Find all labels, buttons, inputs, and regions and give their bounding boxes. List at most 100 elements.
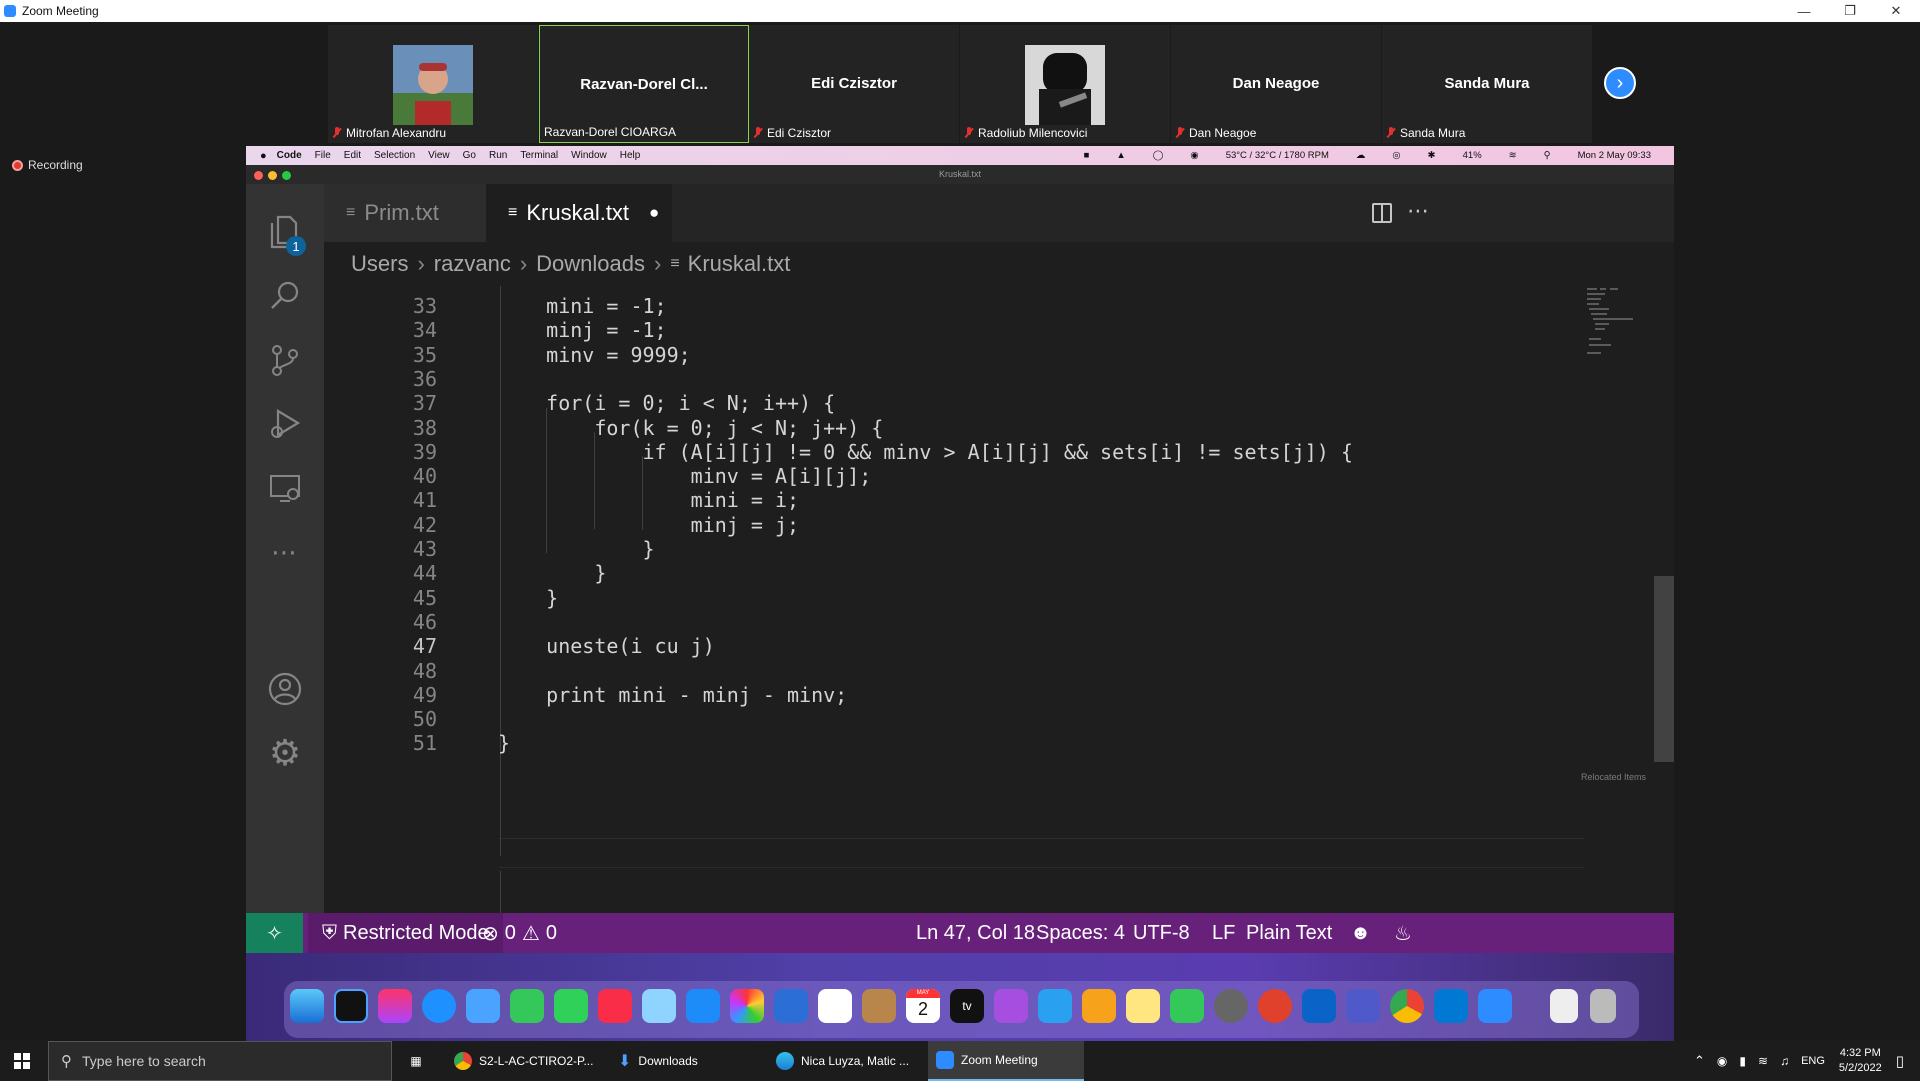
breadcrumb-item[interactable]: Users: [351, 251, 408, 277]
menubar-extra-icon[interactable]: ◯: [1153, 150, 1164, 161]
code-line[interactable]: uneste(i cu j): [498, 634, 715, 658]
source-control-icon[interactable]: [265, 340, 305, 380]
more-actions-icon[interactable]: ⋯: [1407, 198, 1429, 224]
finder-icon[interactable]: [290, 989, 324, 1023]
menu-code[interactable]: Code: [277, 150, 302, 161]
music-icon[interactable]: [598, 989, 632, 1023]
code-line[interactable]: }: [498, 561, 606, 585]
menu-help[interactable]: Help: [620, 150, 641, 161]
code-line[interactable]: minj = -1;: [498, 318, 666, 342]
chrome-icon[interactable]: [1390, 989, 1424, 1023]
accounts-icon[interactable]: [265, 669, 305, 709]
code-line[interactable]: }: [498, 537, 654, 561]
notifications-bell-icon[interactable]: ♨: [1394, 913, 1412, 953]
system-stats[interactable]: 53°C / 32°C / 1780 RPM: [1226, 150, 1329, 161]
minimize-window-icon[interactable]: [268, 171, 277, 180]
show-hidden-icons-icon[interactable]: ⌃: [1694, 1053, 1705, 1069]
menu-view[interactable]: View: [428, 150, 450, 161]
network-icon[interactable]: ≋: [1758, 1054, 1768, 1068]
eol-button[interactable]: LF: [1212, 913, 1235, 953]
apple-tv-icon[interactable]: tv: [950, 989, 984, 1023]
remote-desktop-icon[interactable]: [1258, 989, 1292, 1023]
menu-terminal[interactable]: Terminal: [520, 150, 558, 161]
vscode-icon[interactable]: [1434, 989, 1468, 1023]
menubar-extra-icon[interactable]: ■: [1084, 150, 1090, 161]
photos-icon[interactable]: [730, 989, 764, 1023]
tab-prim[interactable]: ≡ Prim.txt: [324, 184, 486, 242]
participant-tile[interactable]: Edi Czisztor Edi Czisztor: [749, 25, 959, 143]
menu-run[interactable]: Run: [489, 150, 507, 161]
code-line[interactable]: minv = 9999;: [498, 343, 691, 367]
taskbar-app-chrome[interactable]: S2-L-AC-CTIRO2-P...: [448, 1041, 608, 1081]
breadcrumb-item[interactable]: Downloads: [536, 251, 645, 277]
task-view-icon[interactable]: ▦: [404, 1041, 428, 1081]
split-editor-icon[interactable]: [1372, 203, 1392, 223]
pages-icon[interactable]: [1082, 989, 1116, 1023]
calendar-icon[interactable]: MAY 2: [906, 989, 940, 1023]
code-line[interactable]: print mini - minj - minv;: [498, 683, 847, 707]
menu-edit[interactable]: Edit: [344, 150, 361, 161]
menubar-extra-icon[interactable]: ▲: [1116, 150, 1125, 161]
document-icon[interactable]: [1550, 989, 1578, 1023]
app-store-icon[interactable]: [686, 989, 720, 1023]
battery-icon[interactable]: ▮: [1739, 1054, 1746, 1068]
mail-icon[interactable]: [466, 989, 500, 1023]
keynote-icon[interactable]: [1038, 989, 1072, 1023]
restricted-mode-button[interactable]: ⛨ Restricted Mode: [308, 913, 503, 953]
menu-file[interactable]: File: [315, 150, 331, 161]
menu-selection[interactable]: Selection: [374, 150, 415, 161]
participant-tile-active[interactable]: Razvan-Dorel Cl... Razvan-Dorel CIOARGA: [539, 25, 749, 143]
vertical-scrollbar[interactable]: [1654, 576, 1674, 762]
zoom-icon[interactable]: [1478, 989, 1512, 1023]
code-editor[interactable]: 33 mini = -1; 34 minj = -1; 35 minv = 9999…: [324, 286, 1674, 931]
notifications-icon[interactable]: ▯: [1896, 1052, 1904, 1070]
unsaved-dot-icon[interactable]: ●: [649, 203, 659, 223]
notes-icon[interactable]: [1126, 989, 1160, 1023]
tab-kruskal[interactable]: ≡ Kruskal.txt ●: [486, 184, 672, 242]
breadcrumb-item[interactable]: razvanc: [434, 251, 511, 277]
close-button[interactable]: ✕: [1873, 0, 1919, 22]
run-debug-icon[interactable]: [265, 404, 305, 444]
code-line[interactable]: minv = A[i][j];: [498, 464, 872, 488]
trash-icon[interactable]: [1590, 989, 1616, 1023]
mac-clock[interactable]: Mon 2 May 09:33: [1578, 150, 1651, 161]
code-line[interactable]: for(i = 0; i < N; i++) {: [498, 391, 835, 415]
minimap[interactable]: [1584, 286, 1669, 366]
contacts-icon[interactable]: [862, 989, 896, 1023]
menu-window[interactable]: Window: [571, 150, 607, 161]
next-page-arrow-icon[interactable]: ›: [1604, 67, 1636, 99]
outlook-icon[interactable]: [1302, 989, 1336, 1023]
remote-indicator-icon[interactable]: ✧: [246, 913, 303, 953]
zoom-window-icon[interactable]: [282, 171, 291, 180]
search-icon[interactable]: [265, 276, 305, 316]
code-line[interactable]: }: [498, 731, 510, 755]
safari-icon[interactable]: [422, 989, 456, 1023]
indentation-button[interactable]: Spaces: 4: [1036, 913, 1125, 953]
recording-indicator[interactable]: Recording: [12, 158, 83, 172]
remote-explorer-icon[interactable]: [265, 468, 305, 508]
windows-start-icon[interactable]: [14, 1053, 30, 1069]
messages-icon[interactable]: [554, 989, 588, 1023]
bitwarden-icon[interactable]: [774, 989, 808, 1023]
breadcrumb-item[interactable]: Kruskal.txt: [688, 251, 791, 277]
close-window-icon[interactable]: [254, 171, 263, 180]
apple-icon[interactable]: ●: [260, 150, 267, 162]
participant-tile[interactable]: Dan Neagoe Dan Neagoe: [1171, 25, 1381, 143]
restore-button[interactable]: ❐: [1827, 0, 1873, 22]
more-icon[interactable]: ⋯: [265, 532, 305, 572]
menu-go[interactable]: Go: [463, 150, 476, 161]
settings-gear-icon[interactable]: ⚙: [265, 732, 305, 773]
participant-tile[interactable]: Sanda Mura Sanda Mura: [1382, 25, 1592, 143]
cursor-position[interactable]: Ln 47, Col 18: [916, 913, 1035, 953]
maps-icon[interactable]: [642, 989, 676, 1023]
spotlight-icon[interactable]: ⚲: [1544, 150, 1551, 161]
cloud-icon[interactable]: ☁: [1356, 150, 1366, 161]
taskbar-search[interactable]: ⚲ Type here to search: [48, 1041, 392, 1081]
taskbar-app-edge[interactable]: Nica Luyza, Matic ...: [770, 1041, 922, 1081]
podcasts-icon[interactable]: [994, 989, 1028, 1023]
language-indicator[interactable]: ENG: [1801, 1055, 1825, 1067]
encoding-button[interactable]: UTF-8: [1133, 913, 1190, 953]
problems-button[interactable]: ⊗ 0 ⚠ 0: [482, 913, 557, 953]
code-line[interactable]: for(k = 0; j < N; j++) {: [498, 416, 883, 440]
reminders-icon[interactable]: [818, 989, 852, 1023]
